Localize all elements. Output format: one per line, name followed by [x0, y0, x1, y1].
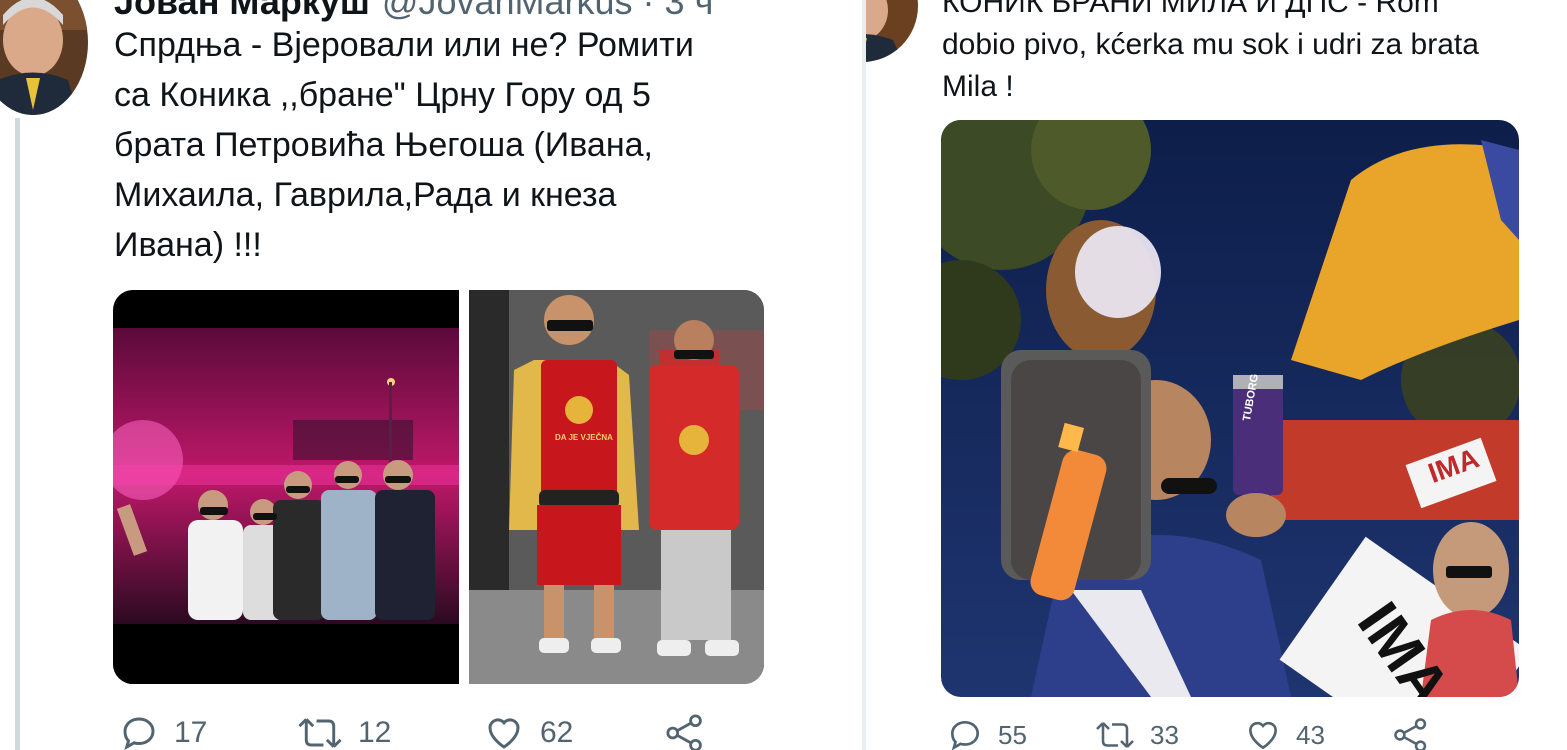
- share-button[interactable]: [664, 712, 706, 750]
- face-redaction: [286, 486, 310, 493]
- retweet-button[interactable]: 12: [296, 712, 482, 750]
- face-redaction: [385, 476, 411, 483]
- author-name[interactable]: Јован Маркуш: [114, 0, 370, 22]
- tweet-media[interactable]: TUBORG IMA IMA: [941, 120, 1519, 697]
- right-tweet: КОНИК БРАНИ МИЛА И ДПС - Rom dobio pivo,…: [866, 0, 1567, 750]
- shirt-text: DA JE VJEČNA: [555, 433, 613, 442]
- like-count: 43: [1296, 719, 1325, 750]
- face-redaction: [674, 350, 714, 359]
- jersey-photo[interactable]: DA JE VJEČNA: [469, 290, 764, 684]
- retweet-count: 33: [1150, 719, 1179, 750]
- like-button[interactable]: 62: [482, 712, 664, 750]
- tweet-actions: 55 33 43: [946, 716, 1430, 750]
- face-redaction: [200, 507, 228, 515]
- reply-icon: [123, 717, 155, 750]
- reply-icon: [950, 720, 980, 750]
- tweet-actions: 17 12 62: [118, 712, 706, 750]
- reply-button[interactable]: 55: [946, 716, 1094, 750]
- share-button[interactable]: [1392, 716, 1430, 750]
- tweet-text: КОНИК БРАНИ МИЛА И ДПС - Rom dobio pivo,…: [942, 0, 1479, 103]
- reply-count: 17: [174, 716, 208, 749]
- tweet-header: Јован Маркуш @JovanMarkus · 3 ч: [114, 0, 713, 22]
- face-redaction: [1446, 566, 1492, 578]
- retweet-button[interactable]: 33: [1094, 716, 1244, 750]
- face-redaction: [547, 320, 593, 331]
- like-count: 62: [540, 716, 574, 749]
- like-icon: [488, 718, 520, 749]
- share-icon: [666, 714, 702, 750]
- tweet-media[interactable]: DA JE VJEČNA: [113, 290, 764, 684]
- share-icon: [1394, 718, 1427, 750]
- avatar[interactable]: [0, 0, 88, 115]
- like-button[interactable]: 43: [1244, 716, 1392, 750]
- face-redaction: [335, 476, 359, 483]
- author-handle[interactable]: @JovanMarkus · 3 ч: [382, 0, 713, 22]
- thread-line: [15, 118, 20, 750]
- face-redaction: [1161, 478, 1217, 494]
- retweet-count: 12: [358, 716, 392, 749]
- blurred-face: [1075, 226, 1161, 318]
- face-redaction: [253, 513, 277, 520]
- tweet-text: Спрдња - Вјеровали или не? Ромити са Кон…: [114, 26, 694, 264]
- crowd-photo[interactable]: [113, 290, 459, 684]
- left-tweet: Јован Маркуш @JovanMarkus · 3 ч Спрдња - …: [0, 0, 862, 750]
- avatar[interactable]: [866, 0, 918, 62]
- reply-button[interactable]: 17: [118, 712, 296, 750]
- retweet-icon: [1096, 722, 1134, 748]
- retweet-icon: [298, 718, 342, 748]
- reply-count: 55: [998, 719, 1027, 750]
- like-icon: [1248, 721, 1278, 750]
